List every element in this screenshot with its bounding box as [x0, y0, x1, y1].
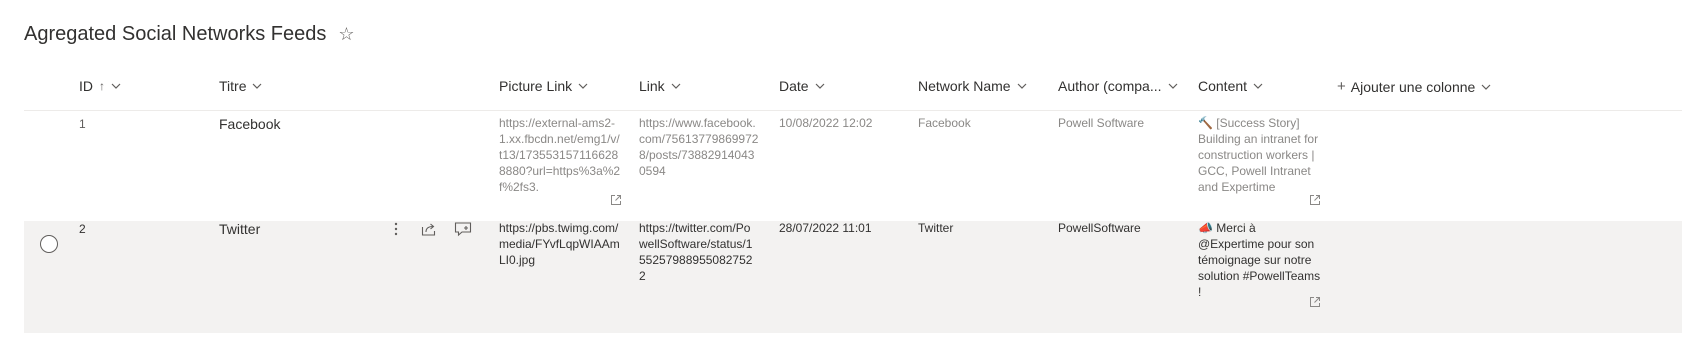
chevron-down-icon: [578, 83, 588, 89]
comment-icon[interactable]: [453, 219, 473, 239]
table-row[interactable]: 1 Facebook https://external-ams2-1.xx.fb…: [24, 111, 1682, 221]
cell-title[interactable]: Twitter: [219, 221, 260, 237]
row-select-radio[interactable]: [40, 235, 58, 253]
share-glyph: [421, 223, 436, 236]
chevron-down-icon: [253, 83, 262, 89]
chevron-down-icon: [815, 83, 825, 89]
chevron-down-icon: [1481, 84, 1491, 90]
cell-date: 10/08/2022 12:02: [779, 116, 873, 130]
cell-picture-link[interactable]: https://external-ams2-1.xx.fbcdn.net/emg…: [499, 115, 621, 195]
more-options-dots: [394, 222, 398, 236]
cell-author: Powell Software: [1058, 116, 1145, 130]
open-external-icon[interactable]: [1309, 194, 1321, 206]
cell-date: 28/07/2022 11:01: [779, 221, 872, 235]
cell-network-name: Twitter: [918, 221, 954, 235]
chevron-down-icon: [1168, 83, 1177, 89]
column-header-title[interactable]: Titre: [219, 78, 262, 94]
cell-title[interactable]: Facebook: [219, 116, 280, 132]
add-column-button[interactable]: + Ajouter une colonne: [1337, 78, 1491, 95]
column-header-id-label: ID: [79, 78, 93, 94]
column-header-content[interactable]: Content: [1198, 78, 1263, 94]
cell-author: PowellSoftware: [1058, 221, 1141, 235]
cell-picture-link[interactable]: https://pbs.twimg.com/media/FYvfLqpWIAAm…: [499, 220, 621, 268]
column-header-link[interactable]: Link: [639, 78, 681, 94]
column-header-content-label: Content: [1198, 78, 1248, 94]
chevron-down-icon: [111, 83, 121, 89]
column-header-network-name-label: Network Name: [918, 78, 1011, 94]
cell-content: 🔨 [Success Story] Building an intranet f…: [1198, 116, 1319, 194]
column-header-author-label: Author (compa...: [1058, 78, 1162, 94]
table-row[interactable]: 2 Twitter https://pbs.twimg.com/media/FY…: [24, 221, 1682, 333]
column-header-author[interactable]: Author (compa...: [1058, 78, 1178, 94]
comment-glyph: [454, 222, 472, 237]
more-options-icon[interactable]: [386, 219, 406, 239]
chevron-down-icon: [671, 83, 681, 89]
cell-link[interactable]: https://twitter.com/PowellSoftware/statu…: [639, 220, 759, 284]
page-title: Agregated Social Networks Feeds: [24, 22, 327, 45]
cell-id: 2: [79, 222, 86, 236]
column-header-picture-link[interactable]: Picture Link: [499, 78, 588, 94]
column-header-network-name[interactable]: Network Name: [918, 78, 1027, 94]
plus-icon: +: [1337, 78, 1346, 95]
cell-id: 1: [79, 117, 86, 131]
column-header-link-label: Link: [639, 78, 665, 94]
open-external-icon[interactable]: [1309, 296, 1321, 308]
add-column-label: Ajouter une colonne: [1350, 78, 1476, 95]
share-icon[interactable]: [419, 219, 439, 239]
column-header-date[interactable]: Date: [779, 78, 825, 94]
favorite-star-icon[interactable]: ☆: [338, 24, 354, 45]
column-header-title-label: Titre: [219, 78, 247, 94]
page-header: Agregated Social Networks Feeds ☆: [24, 20, 355, 48]
column-header-date-label: Date: [779, 78, 809, 94]
cell-content: 📣 Merci à @Expertime pour son témoignage…: [1198, 221, 1321, 299]
open-external-icon[interactable]: [610, 194, 622, 206]
chevron-down-icon: [1017, 83, 1027, 89]
cell-link[interactable]: https://www.facebook.com/756137798699728…: [639, 115, 759, 179]
chevron-down-icon: [1253, 83, 1263, 89]
cell-network-name: Facebook: [918, 116, 971, 130]
sort-ascending-icon: ↑: [99, 79, 105, 93]
column-header-picture-link-label: Picture Link: [499, 78, 573, 94]
column-header-id[interactable]: ID ↑: [79, 78, 121, 94]
